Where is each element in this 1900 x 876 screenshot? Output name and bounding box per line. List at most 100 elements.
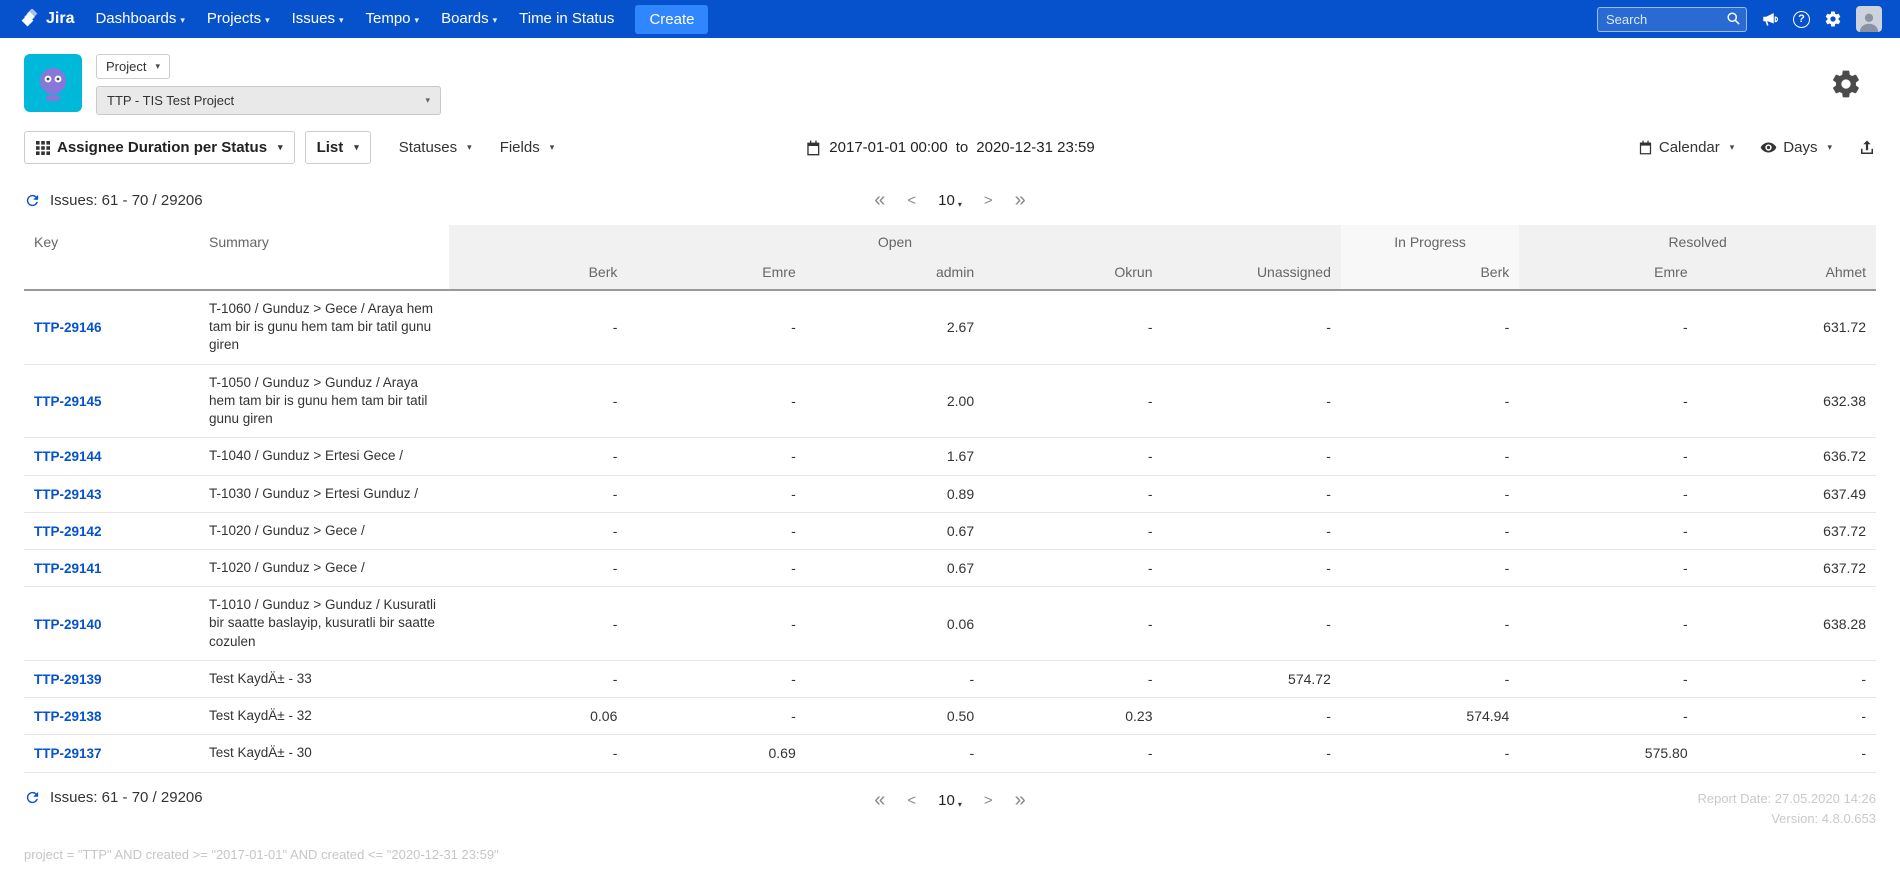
issue-key-link[interactable]: TTP-29143: [34, 487, 102, 502]
pagination-next-button[interactable]: >: [984, 192, 993, 209]
issues-bar-bottom: Issues: 61 - 70 / 29206 « < 10 ▾ > » Rep…: [0, 773, 1900, 833]
duration-value: -: [1163, 549, 1341, 586]
pagination-last-button[interactable]: »: [1015, 789, 1026, 812]
create-button[interactable]: Create: [635, 5, 708, 34]
nav-item-time-in-status[interactable]: Time in Status: [508, 0, 625, 38]
duration-value: -: [1341, 438, 1519, 475]
pagination-first-button[interactable]: «: [874, 189, 885, 212]
column-header-open-emre: Emre: [627, 252, 805, 290]
nav-item-issues[interactable]: Issues▾: [281, 0, 355, 39]
chevron-down-icon: ▾: [467, 142, 472, 153]
header-row-groups: KeySummaryOpenIn ProgressResolved: [24, 225, 1876, 252]
duration-value: -: [1698, 698, 1876, 735]
pagination-page-dropdown[interactable]: 10 ▾: [938, 792, 962, 809]
chevron-down-icon: ▾: [354, 142, 359, 153]
unit-label: Days: [1783, 139, 1817, 156]
help-icon[interactable]: ?: [1793, 11, 1810, 28]
brand-name: Jira: [46, 10, 74, 28]
column-header-key: Key: [24, 225, 199, 290]
chevron-down-icon: ▾: [339, 15, 344, 25]
project-select[interactable]: TTP - TIS Test Project ▾: [96, 86, 441, 115]
column-header-open-unassigned: Unassigned: [1163, 252, 1341, 290]
issue-key-link[interactable]: TTP-29142: [34, 524, 102, 539]
column-header-resolved-emre: Emre: [1519, 252, 1697, 290]
issue-summary: T-1010 / Gunduz > Gunduz / Kusuratli bir…: [199, 587, 449, 661]
table-header: KeySummaryOpenIn ProgressResolvedBerkEmr…: [24, 225, 1876, 290]
refresh-icon[interactable]: [24, 192, 41, 209]
duration-value: 0.06: [449, 698, 627, 735]
unit-dropdown[interactable]: Days ▾: [1760, 139, 1832, 156]
duration-value: -: [627, 587, 805, 661]
fields-dropdown[interactable]: Fields ▾: [500, 139, 555, 156]
issue-summary: T-1060 / Gunduz > Gece / Araya hem tam b…: [199, 290, 449, 364]
pagination-last-button[interactable]: »: [1015, 189, 1026, 212]
duration-value: -: [449, 438, 627, 475]
pagination-first-button[interactable]: «: [874, 789, 885, 812]
nav-item-projects[interactable]: Projects▾: [196, 0, 281, 39]
plugin-version: Version: 4.8.0.653: [1697, 809, 1876, 829]
chevron-down-icon: ▾: [415, 15, 420, 25]
pagination-prev-button[interactable]: <: [907, 792, 916, 809]
chevron-down-icon: ▾: [958, 200, 962, 209]
refresh-icon[interactable]: [24, 789, 41, 806]
table-row: TTP-29142T-1020 / Gunduz > Gece /--0.67-…: [24, 512, 1876, 549]
duration-value: 574.94: [1341, 698, 1519, 735]
search-icon[interactable]: [1726, 11, 1741, 26]
issue-key-link[interactable]: TTP-29139: [34, 672, 102, 687]
issue-key-link[interactable]: TTP-29146: [34, 320, 102, 335]
export-icon[interactable]: [1858, 139, 1876, 157]
search-input[interactable]: [1597, 7, 1747, 32]
duration-value: -: [1519, 549, 1697, 586]
duration-value: -: [1698, 660, 1876, 697]
nav-item-boards[interactable]: Boards▾: [430, 0, 508, 39]
duration-value: 638.28: [1698, 587, 1876, 661]
issue-key-link[interactable]: TTP-29140: [34, 617, 102, 632]
duration-value: -: [984, 660, 1162, 697]
report-date: Report Date: 27.05.2020 14:26: [1697, 789, 1876, 809]
duration-value: -: [449, 512, 627, 549]
duration-value: 637.72: [1698, 512, 1876, 549]
project-header: Project ▾ TTP - TIS Test Project ▾: [0, 38, 1900, 125]
duration-value: 631.72: [1698, 290, 1876, 364]
nav-item-dashboards[interactable]: Dashboards▾: [84, 0, 195, 39]
duration-value: -: [1341, 512, 1519, 549]
chevron-down-icon: ▾: [155, 61, 160, 72]
pagination-page-dropdown[interactable]: 10 ▾: [938, 192, 962, 209]
issue-key-cell: TTP-29145: [24, 364, 199, 438]
view-mode-dropdown[interactable]: List ▾: [305, 131, 371, 164]
duration-value: 0.50: [806, 698, 984, 735]
table-row: TTP-29141T-1020 / Gunduz > Gece /--0.67-…: [24, 549, 1876, 586]
issue-key-link[interactable]: TTP-29144: [34, 449, 102, 464]
duration-value: -: [1341, 549, 1519, 586]
duration-value: -: [984, 549, 1162, 586]
calendar-mode-dropdown[interactable]: Calendar ▾: [1638, 139, 1734, 156]
report-type-dropdown[interactable]: Assignee Duration per Status ▾: [24, 131, 295, 164]
date-range-picker[interactable]: 2017-01-01 00:00 to 2020-12-31 23:59: [805, 139, 1094, 156]
user-avatar[interactable]: [1856, 6, 1882, 32]
column-header-open-berk: Berk: [449, 252, 627, 290]
project-scope-label: Project: [106, 59, 146, 74]
calendar-mode-label: Calendar: [1659, 139, 1720, 156]
issue-key-link[interactable]: TTP-29137: [34, 746, 102, 761]
duration-value: -: [449, 587, 627, 661]
duration-value: -: [984, 512, 1162, 549]
table-row: TTP-29145T-1050 / Gunduz > Gunduz / Aray…: [24, 364, 1876, 438]
duration-value: 0.67: [806, 512, 984, 549]
pagination-next-button[interactable]: >: [984, 792, 993, 809]
nav-items: Dashboards▾Projects▾Issues▾Tempo▾Boards▾…: [84, 0, 625, 39]
issue-key-link[interactable]: TTP-29141: [34, 561, 102, 576]
table-row: TTP-29139Test KaydÄ± - 33----574.72---: [24, 660, 1876, 697]
issue-summary: Test KaydÄ± - 33: [199, 660, 449, 697]
project-scope-dropdown[interactable]: Project ▾: [96, 54, 170, 79]
pagination-prev-button[interactable]: <: [907, 192, 916, 209]
report-settings-gear-icon[interactable]: [1830, 68, 1862, 100]
nav-item-tempo[interactable]: Tempo▾: [355, 0, 431, 39]
statuses-dropdown[interactable]: Statuses ▾: [399, 139, 472, 156]
table-row: TTP-29137Test KaydÄ± - 30-0.69----575.80…: [24, 735, 1876, 772]
issue-key-link[interactable]: TTP-29138: [34, 709, 102, 724]
issue-key-link[interactable]: TTP-29145: [34, 394, 102, 409]
feedback-megaphone-icon[interactable]: [1761, 10, 1779, 28]
jira-logo[interactable]: Jira: [10, 9, 84, 29]
duration-value: -: [1163, 364, 1341, 438]
settings-gear-icon[interactable]: [1824, 10, 1842, 28]
